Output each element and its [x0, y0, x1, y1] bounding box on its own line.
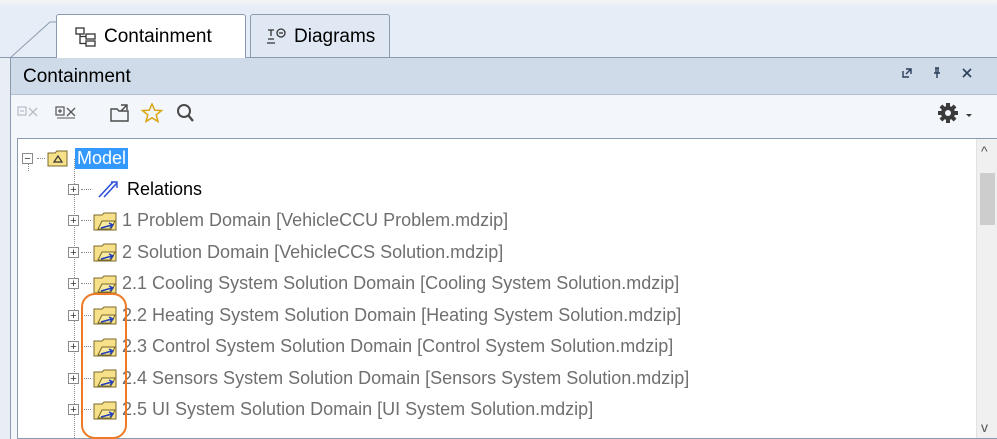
- tab-containment[interactable]: Containment: [56, 14, 246, 58]
- tree-item-label: 1 Problem Domain [VehicleCCU Problem.mdz…: [122, 210, 509, 230]
- callout-highlight-outline: [81, 293, 127, 439]
- search-icon: [175, 103, 197, 128]
- open-project-button[interactable]: [105, 101, 135, 129]
- expand-icon[interactable]: +: [68, 246, 79, 258]
- tree-item-row[interactable]: +2 Solution Domain [VehicleCCS Solution.…: [68, 237, 503, 267]
- collapse-all-button[interactable]: [13, 101, 43, 129]
- restore-icon[interactable]: [901, 66, 913, 83]
- expand-all-button[interactable]: [51, 101, 81, 129]
- favorite-star-icon: [140, 101, 164, 128]
- settings-gear-icon: [937, 102, 959, 129]
- scroll-thumb[interactable]: [980, 173, 995, 225]
- containment-panel: Containment − Model + Relations + 1 Prob…: [10, 58, 997, 439]
- expand-all-icon: [55, 104, 77, 127]
- panel-window-controls: [901, 66, 973, 83]
- expand-icon[interactable]: +: [68, 341, 79, 353]
- expand-icon[interactable]: +: [68, 278, 79, 290]
- shared-package-icon: [93, 241, 119, 263]
- diagrams-icon: [265, 27, 287, 47]
- containment-tree[interactable]: − Model + Relations +1 Problem Domain [Veh…: [17, 138, 997, 439]
- tree-item-row[interactable]: +2.5 UI System Solution Domain [UI Syste…: [68, 395, 593, 425]
- expand-icon[interactable]: +: [68, 404, 79, 416]
- tree-guide-line: [81, 220, 91, 221]
- panel-title: Containment: [23, 66, 131, 87]
- tab-diagrams[interactable]: Diagrams: [250, 14, 390, 58]
- tree-vertical-scrollbar[interactable]: ^ v: [976, 139, 997, 438]
- editor-tab-strip: Containment Diagrams: [0, 0, 997, 59]
- open-project-icon: [109, 103, 131, 128]
- collapse-icon[interactable]: −: [22, 152, 33, 164]
- tree-item-label: 2.1 Cooling System Solution Domain [Cool…: [122, 273, 680, 293]
- tree-item-row[interactable]: +2.4 Sensors System Solution Domain [Sen…: [68, 363, 689, 393]
- tree-guide-line: [37, 157, 45, 159]
- tree-item-label: Relations: [127, 178, 203, 199]
- tree-guide-line: [81, 283, 91, 284]
- containment-tree-icon: [75, 26, 97, 47]
- relations-icon: [97, 179, 119, 199]
- expand-icon[interactable]: +: [68, 215, 79, 227]
- tree-item-label: 2.3 Control System Solution Domain [Cont…: [122, 336, 674, 356]
- expand-icon[interactable]: +: [68, 183, 79, 195]
- scroll-down-icon[interactable]: v: [981, 419, 988, 435]
- tab-diagrams-label: Diagrams: [294, 25, 376, 47]
- tree-item-row[interactable]: + Relations: [68, 174, 202, 204]
- panel-titlebar: Containment: [11, 58, 997, 95]
- tab-containment-label: Containment: [104, 25, 212, 47]
- close-icon[interactable]: [961, 66, 973, 83]
- shared-package-icon: [93, 273, 119, 295]
- tree-item-label: 2.5 UI System Solution Domain [UI System…: [122, 399, 594, 419]
- tree-root-label: Model: [75, 147, 129, 169]
- tree-item-row[interactable]: +2.1 Cooling System Solution Domain [Coo…: [68, 269, 679, 299]
- collapse-all-icon: [17, 104, 39, 127]
- tree-root-row[interactable]: − Model: [22, 143, 129, 173]
- tree-item-row[interactable]: +1 Problem Domain [VehicleCCU Problem.md…: [68, 206, 508, 236]
- tree-item-label: 2 Solution Domain [VehicleCCS Solution.m…: [122, 241, 504, 262]
- tree-item-label: 2.2 Heating System Solution Domain [Heat…: [122, 304, 682, 325]
- tab-strip-fade: [0, 0, 997, 8]
- tree-item-row[interactable]: +2.2 Heating System Solution Domain [Hea…: [68, 300, 681, 330]
- expand-icon[interactable]: +: [68, 372, 79, 384]
- model-package-icon: [47, 149, 69, 167]
- search-button[interactable]: [171, 101, 201, 129]
- tree-guide-line: [81, 188, 91, 190]
- scroll-up-icon[interactable]: ^: [981, 143, 988, 159]
- settings-dropdown-button[interactable]: [959, 101, 979, 129]
- pin-icon[interactable]: [931, 66, 943, 83]
- expand-icon[interactable]: +: [68, 309, 79, 321]
- shared-package-icon: [93, 210, 119, 232]
- dropdown-arrow-icon: [964, 106, 974, 124]
- tree-guide-line: [81, 251, 91, 253]
- tree-item-label: 2.4 Sensors System Solution Domain [Sens…: [122, 367, 690, 388]
- tree-item-row[interactable]: +2.3 Control System Solution Domain [Con…: [68, 332, 673, 362]
- panel-toolbar: [11, 95, 997, 135]
- favorite-button[interactable]: [137, 101, 167, 129]
